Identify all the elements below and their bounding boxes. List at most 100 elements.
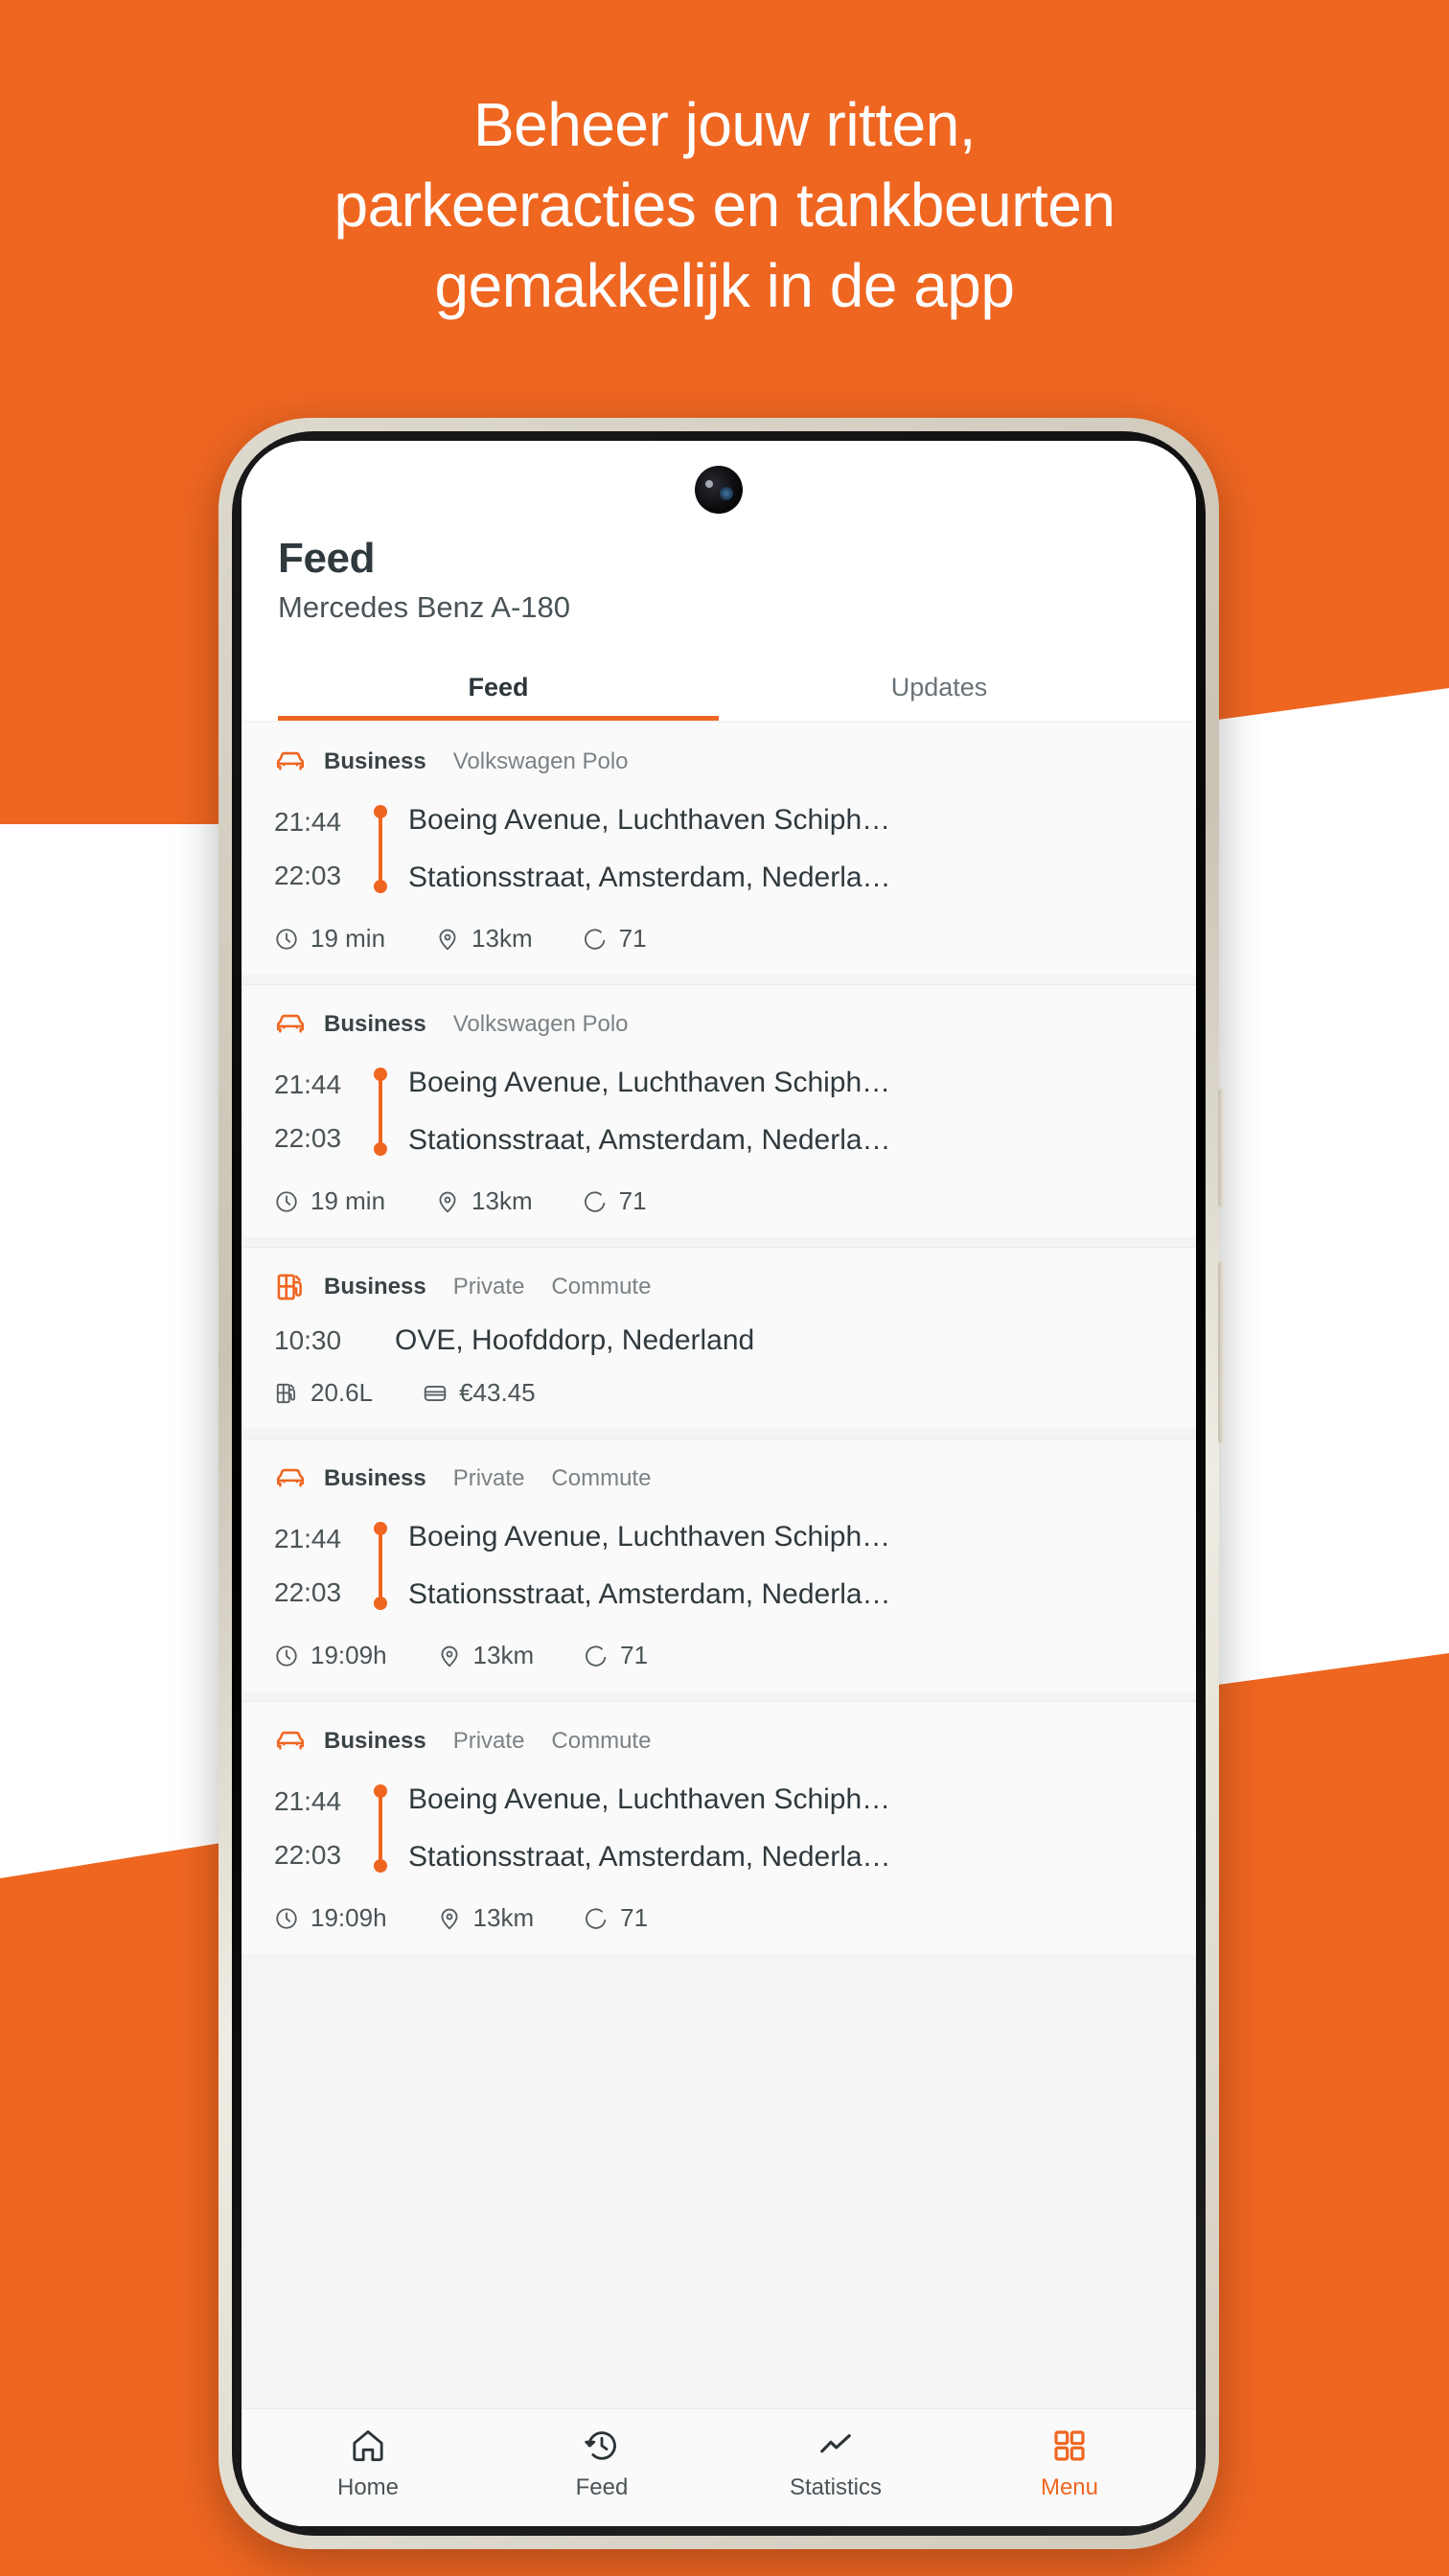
card-tags: Business Private Commute <box>274 1271 1163 1303</box>
fuel-pump-icon <box>274 1271 307 1303</box>
card-stats: 19:09h 13km 71 <box>274 1641 1163 1670</box>
route-end-address: Stationsstraat, Amsterdam, Nederla… <box>408 1578 891 1610</box>
map-pin-icon <box>435 1189 472 1214</box>
app-root: Feed Mercedes Benz A-180 Feed Updates Bus… <box>242 441 1196 2526</box>
trip-card[interactable]: Business Volkswagen Polo 21:44 22:03 Boeing … <box>242 984 1196 1237</box>
page-title: Feed <box>278 535 376 582</box>
card-tag: Business <box>324 1465 426 1491</box>
card-tag: Business <box>324 1011 426 1037</box>
trip-card[interactable]: Business Private Commute 21:44 22:03 Boeing A… <box>242 1438 1196 1691</box>
fuel-card[interactable]: Business Private Commute 10:30 OVE, Hoofddor… <box>242 1247 1196 1429</box>
phone-power-button[interactable] <box>1218 1261 1225 1443</box>
stat-value: 19:09h <box>310 1903 387 1932</box>
card-tag: Volkswagen Polo <box>452 748 629 774</box>
route-connector-icon <box>366 794 395 905</box>
fuel-address: OVE, Hoofddorp, Nederland <box>395 1324 755 1356</box>
fuel-time: 10:30 <box>274 1325 342 1355</box>
map-pin-icon <box>435 927 472 952</box>
card-tag: Private <box>452 1728 525 1754</box>
nav-label: Menu <box>1040 2474 1099 2500</box>
route-connector-icon <box>366 1056 395 1167</box>
stat-value: €43.45 <box>459 1378 536 1407</box>
fuel-event-row: 10:30 OVE, Hoofddorp, Nederland <box>274 1319 1163 1359</box>
stat-item: 71 <box>583 924 647 954</box>
trip-route: 21:44 22:03 Boeing Avenue, Luchthaven Schi… <box>274 794 1163 905</box>
card-tag: Business <box>324 1274 426 1300</box>
credit-card-icon <box>423 1381 459 1406</box>
stat-item: 13km <box>435 924 533 954</box>
trip-route: 21:44 22:03 Boeing Avenue, Luchthaven Schi… <box>274 1510 1163 1622</box>
stat-item: 71 <box>583 1186 647 1216</box>
car-front-icon <box>274 1008 307 1041</box>
trip-card[interactable]: Business Volkswagen Polo 21:44 22:03 Boeing … <box>242 723 1196 975</box>
route-end-address: Stationsstraat, Amsterdam, Nederla… <box>408 1124 891 1156</box>
nav-item-menu[interactable]: Menu <box>953 2426 1186 2501</box>
route-start-time: 21:44 <box>274 1786 342 1816</box>
front-camera-icon <box>695 466 743 514</box>
card-tag: Private <box>452 1274 525 1300</box>
stat-value: 13km <box>472 1641 535 1669</box>
route-end-address: Stationsstraat, Amsterdam, Nederla… <box>408 862 891 893</box>
stat-item: 71 <box>584 1903 648 1933</box>
stat-item: 13km <box>437 1903 535 1933</box>
route-start-address: Boeing Avenue, Luchthaven Schiph… <box>408 1783 891 1815</box>
car-front-icon <box>274 746 307 778</box>
route-addresses: Boeing Avenue, Luchthaven Schiph… Station… <box>395 1056 1163 1167</box>
tab-updates[interactable]: Updates <box>719 657 1160 721</box>
nav-label: Feed <box>575 2474 629 2500</box>
phone-mockup: Feed Mercedes Benz A-180 Feed Updates Bus… <box>218 418 1225 2549</box>
promo-headline: Beheer jouw ritten, parkeeracties en tan… <box>0 84 1449 326</box>
route-end-address: Stationsstraat, Amsterdam, Nederla… <box>408 1841 891 1873</box>
route-start-time: 21:44 <box>274 1524 342 1553</box>
card-stats: 19 min 13km 71 <box>274 1186 1163 1216</box>
stat-value: 20.6L <box>310 1378 374 1407</box>
score-gauge-icon <box>584 1906 620 1931</box>
card-tags: Business Volkswagen Polo <box>274 1008 1163 1041</box>
route-end-time: 22:03 <box>274 1840 342 1870</box>
feed-list[interactable]: Business Volkswagen Polo 21:44 22:03 Boeing … <box>242 721 1196 2408</box>
home-icon <box>349 2426 387 2465</box>
clock-icon <box>274 1906 310 1931</box>
nav-item-statistics[interactable]: Statistics <box>719 2426 953 2501</box>
clock-icon <box>274 927 310 952</box>
phone-screen: Feed Mercedes Benz A-180 Feed Updates Bus… <box>242 441 1196 2526</box>
stat-item: 19 min <box>274 1186 385 1216</box>
tab-feed[interactable]: Feed <box>278 657 719 721</box>
clock-icon <box>274 1189 310 1214</box>
nav-item-home[interactable]: Home <box>251 2426 485 2501</box>
route-end-time: 22:03 <box>274 1123 342 1153</box>
card-tags: Business Private Commute <box>274 1725 1163 1758</box>
card-stats: 19:09h 13km 71 <box>274 1903 1163 1933</box>
card-tag: Commute <box>551 1728 652 1754</box>
card-tag: Private <box>452 1465 525 1491</box>
stat-item: 19 min <box>274 924 385 954</box>
line-chart-icon <box>816 2426 855 2465</box>
route-end-time: 22:03 <box>274 861 342 890</box>
route-connector-icon <box>366 1510 395 1622</box>
trip-card[interactable]: Business Private Commute 21:44 22:03 Boeing A… <box>242 1701 1196 1954</box>
nav-item-feed[interactable]: Feed <box>485 2426 719 2501</box>
phone-volume-button[interactable] <box>1218 1089 1225 1208</box>
nav-label: Statistics <box>789 2474 883 2500</box>
card-tag: Business <box>324 748 426 774</box>
stat-value: 19 min <box>310 1186 386 1215</box>
route-addresses: Boeing Avenue, Luchthaven Schiph… Station… <box>395 1510 1163 1622</box>
stat-value: 71 <box>618 924 647 953</box>
route-start-address: Boeing Avenue, Luchthaven Schiph… <box>408 1521 891 1552</box>
car-front-icon <box>274 1462 307 1495</box>
stat-value: 13km <box>472 1903 535 1932</box>
clock-icon <box>274 1644 310 1668</box>
bottom-navigation: Home Feed Statistics Menu <box>242 2408 1196 2526</box>
stat-value: 19:09h <box>310 1641 387 1669</box>
nav-label: Home <box>336 2474 400 2500</box>
stat-item: 13km <box>435 1186 533 1216</box>
stat-value: 19 min <box>310 924 386 953</box>
card-tag: Business <box>324 1728 426 1754</box>
headline-line-1: Beheer jouw ritten, <box>472 90 977 159</box>
card-stats: 20.6L €43.45 <box>274 1378 1163 1408</box>
card-tags: Business Volkswagen Polo <box>274 746 1163 778</box>
score-gauge-icon <box>584 1644 620 1668</box>
car-front-icon <box>274 1725 307 1758</box>
route-end-time: 22:03 <box>274 1577 342 1607</box>
card-tag: Volkswagen Polo <box>452 1011 629 1037</box>
